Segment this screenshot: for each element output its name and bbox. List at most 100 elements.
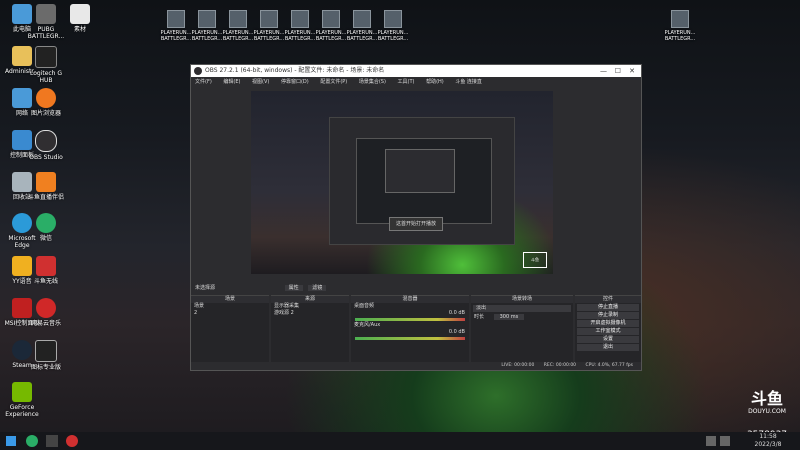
close-icon[interactable]: ✕ xyxy=(629,65,635,77)
menu-view[interactable]: 视图(V) xyxy=(252,79,269,85)
tray-icon[interactable] xyxy=(706,436,716,446)
desktop-icon-douyu[interactable]: 斗鱼直播伴侣 xyxy=(24,172,68,201)
file-pubg-8[interactable]: PLAYERUN... BATTLEGR... xyxy=(375,10,411,42)
preview-popup: 这首开始打开播放 xyxy=(389,217,443,231)
desktop-icon-material[interactable]: 素材 xyxy=(58,4,102,33)
clock[interactable]: 11:58 2022/3/8 xyxy=(748,433,788,449)
desktop-icon-image-viewer[interactable]: 图片浏览器 xyxy=(24,88,68,117)
file-pubg-right[interactable]: PLAYERUN... BATTLEGR... xyxy=(662,10,698,42)
sources-dock: 来源 显示器采集 游戏源 2 xyxy=(271,295,349,362)
clock-time: 11:58 xyxy=(759,433,777,440)
video-file-icon xyxy=(384,10,402,28)
scenes-dock: 场景 场景 2 xyxy=(191,295,269,362)
obs-window-title: OBS 27.2.1 (64-bit, windows) - 配置文件: 未命名… xyxy=(205,67,385,74)
geforce-icon xyxy=(12,382,32,402)
douyu-site: DOUYU.COM xyxy=(748,408,786,415)
desktop-icon-douyu-wireless[interactable]: 斗鱼无线 xyxy=(24,256,68,285)
stop-streaming-button[interactable]: 停止直播 xyxy=(577,304,639,311)
video-file-icon xyxy=(260,10,278,28)
douyu-brand: 斗鱼 xyxy=(750,389,783,408)
source-item[interactable]: 显示器采集 xyxy=(271,303,349,310)
scene-item[interactable]: 2 xyxy=(191,310,269,317)
mixer-track-level: 0.0 dB xyxy=(448,329,465,335)
mixer-header: 混音器 xyxy=(351,296,469,303)
transitions-header: 场景转场 xyxy=(471,296,573,303)
windows-start-icon[interactable] xyxy=(6,436,16,446)
duration-label: 时长 xyxy=(474,314,485,320)
transitions-dock: 场景转场 淡出 时长 300 ms xyxy=(471,295,573,362)
menu-scene-collection[interactable]: 场景集合(S) xyxy=(359,79,386,85)
obs-preview[interactable]: 这首开始打开播放 斗鱼 xyxy=(251,91,553,274)
obs-title-bar[interactable]: OBS 27.2.1 (64-bit, windows) - 配置文件: 未命名… xyxy=(191,65,641,77)
scene-source-bar: 未选择源 属性 滤镜 xyxy=(191,283,641,293)
controls-dock: 控件 停止直播 停止录制 开启虚拟摄像机 工作室模式 设置 退出 xyxy=(575,295,641,362)
taskbar-app-icon[interactable] xyxy=(66,435,78,447)
video-file-icon xyxy=(198,10,216,28)
controls-header: 控件 xyxy=(575,296,641,303)
volume-meter xyxy=(355,337,465,340)
desktop-icon-obs[interactable]: OBS Studio xyxy=(24,130,68,161)
douyu-icon xyxy=(36,172,56,192)
taskbar-obs-icon[interactable] xyxy=(46,435,58,447)
scene-item[interactable]: 场景 xyxy=(191,303,269,310)
video-file-icon xyxy=(167,10,185,28)
minimize-icon[interactable]: — xyxy=(600,65,607,77)
obs-icon xyxy=(35,130,57,152)
logitech-icon xyxy=(35,46,57,68)
maximize-icon[interactable]: ☐ xyxy=(615,65,621,77)
rec-status: REC: 00:00:00 xyxy=(543,363,577,368)
image-viewer-icon xyxy=(36,88,56,108)
duration-row: 时长 300 ms xyxy=(471,314,573,321)
douyu-wireless-icon xyxy=(36,256,56,276)
filters-tab[interactable]: 滤镜 xyxy=(308,285,327,291)
douyu-preview-logo: 斗鱼 xyxy=(523,252,547,268)
menu-docks[interactable]: 停靠窗口(D) xyxy=(281,79,309,85)
video-file-icon xyxy=(291,10,309,28)
mixer-track-name: 桌面音频 xyxy=(354,303,375,309)
sources-header: 来源 xyxy=(271,296,349,303)
mixer-track-name: 麦克风/Aux xyxy=(354,322,381,328)
clock-date: 2022/3/8 xyxy=(754,441,782,448)
menu-douyu[interactable]: 斗鱼 连接直 xyxy=(455,79,482,85)
video-file-icon xyxy=(322,10,340,28)
wechat-icon xyxy=(36,213,56,233)
menu-profile[interactable]: 配置文件(P) xyxy=(320,79,347,85)
properties-tab[interactable]: 属性 xyxy=(284,285,303,291)
desktop-icon-netease-music[interactable]: 网易云音乐 xyxy=(24,298,68,327)
no-source-label: 未选择源 xyxy=(195,285,216,291)
stop-recording-button[interactable]: 停止录制 xyxy=(577,312,639,319)
mixer-dock: 混音器 桌面音频 0.0 dB 麦克风/Aux 0.0 dB xyxy=(351,295,469,362)
start-virtual-camera-button[interactable]: 开启虚拟摄像机 xyxy=(577,320,639,327)
studio-mode-button[interactable]: 工作室模式 xyxy=(577,328,639,335)
menu-file[interactable]: 文件(F) xyxy=(195,79,212,85)
obs-logo-icon xyxy=(194,67,202,75)
desktop-icon-wechat[interactable]: 微信 xyxy=(24,213,68,242)
obs-window: OBS 27.2.1 (64-bit, windows) - 配置文件: 未命名… xyxy=(190,64,642,371)
taskbar: 11:58 2022/3/8 xyxy=(0,432,800,450)
nested-preview-2 xyxy=(356,138,492,224)
video-file-icon xyxy=(229,10,247,28)
cpu-status: CPU: 4.0%, 67.77 fps xyxy=(585,363,634,368)
menu-tools[interactable]: 工具(T) xyxy=(398,79,415,85)
desktop-icon-app[interactable]: 图标专业版 xyxy=(24,340,68,371)
menu-edit[interactable]: 编辑(E) xyxy=(223,79,240,85)
taskbar-app-icon[interactable] xyxy=(26,435,38,447)
obs-status-bar: LIVE: 00:00:00 REC: 00:00:00 CPU: 4.0%, … xyxy=(191,362,641,370)
source-item[interactable]: 游戏源 2 xyxy=(271,310,349,317)
pubg-icon xyxy=(36,4,56,24)
live-status: LIVE: 00:00:00 xyxy=(501,363,535,368)
scenes-header: 场景 xyxy=(191,296,269,303)
netease-music-icon xyxy=(36,298,56,318)
file-icon xyxy=(70,4,90,24)
mixer-track-level: 0.0 dB xyxy=(448,310,465,316)
menu-help[interactable]: 帮助(H) xyxy=(426,79,444,85)
video-file-icon xyxy=(353,10,371,28)
transition-select[interactable]: 淡出 xyxy=(473,305,571,312)
desktop-icon-geforce[interactable]: GeForce Experience xyxy=(0,382,44,418)
settings-button[interactable]: 设置 xyxy=(577,336,639,343)
volume-meter xyxy=(355,318,465,321)
desktop-icon-logitech[interactable]: Logitech G HUB xyxy=(24,46,68,84)
exit-button[interactable]: 退出 xyxy=(577,344,639,351)
duration-input[interactable]: 300 ms xyxy=(493,314,525,320)
volume-icon[interactable] xyxy=(720,436,730,446)
